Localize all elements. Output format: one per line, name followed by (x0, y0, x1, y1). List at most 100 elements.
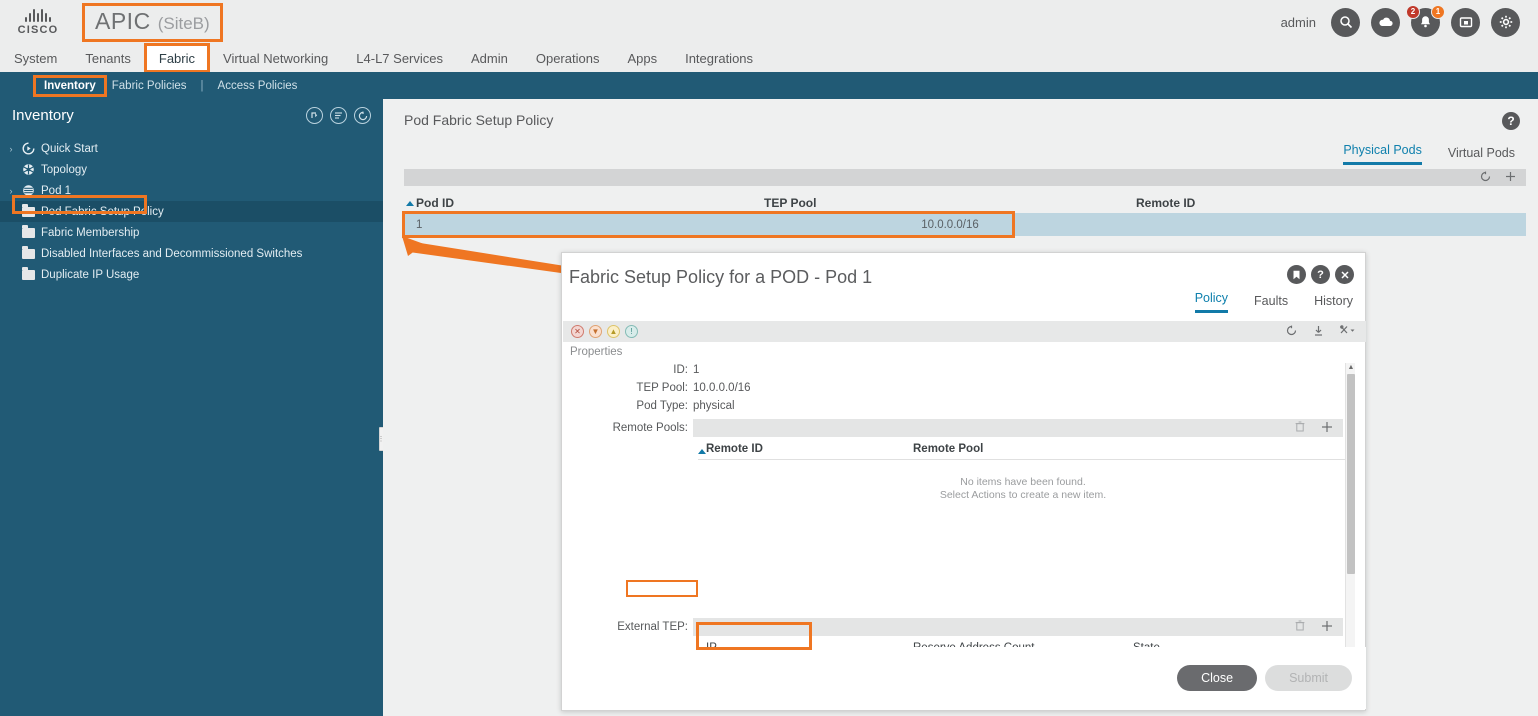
sidebar-item-topology[interactable]: Topology (0, 159, 383, 180)
main-navigation: System Tenants Fabric Virtual Networking… (0, 43, 1538, 73)
warning-alert-badge: 1 (1431, 4, 1445, 19)
critical-alert-badge: 2 (1406, 4, 1420, 19)
external-tep-ip-highlight (696, 622, 812, 650)
warning-fault-icon[interactable]: ! (625, 325, 638, 338)
modal-toolbar: ✕ ▼ ▲ ! (563, 321, 1366, 342)
major-fault-icon[interactable]: ▼ (589, 325, 602, 338)
subnav-item-fabric-policies[interactable]: Fabric Policies (104, 78, 195, 94)
sidebar-item-duplicate-ip-usage[interactable]: Duplicate IP Usage (0, 264, 383, 285)
add-icon[interactable] (1321, 620, 1333, 635)
nav-item-integrations[interactable]: Integrations (671, 44, 767, 72)
submit-button: Submit (1265, 665, 1352, 691)
folder-icon (21, 267, 36, 282)
external-tep-highlight (626, 580, 698, 597)
settings-gear-icon[interactable] (1491, 7, 1520, 37)
subnav-separator: | (200, 79, 204, 92)
pods-table-header: Pod ID TEP Pool Remote ID (404, 193, 1526, 213)
column-header-pod-id[interactable]: Pod ID (404, 196, 764, 210)
property-value: 10.0.0.0/16 (693, 382, 751, 394)
remote-pools-table-header: Remote ID Remote Pool (698, 438, 1348, 460)
scroll-up-icon[interactable]: ▲ (1347, 363, 1355, 372)
filter-icon[interactable] (330, 107, 347, 124)
help-icon[interactable]: ? (1502, 112, 1520, 130)
scrollbar-thumb[interactable] (1347, 374, 1355, 574)
delete-icon[interactable] (1295, 421, 1305, 435)
property-row-id: ID: 1 (563, 361, 1366, 379)
remote-pools-label: Remote Pools: (612, 422, 688, 434)
inventory-sidebar: Inventory › Quick Start Topology › Pod 1… (0, 99, 383, 716)
sidebar-item-label: Disabled Interfaces and Decommissioned S… (41, 247, 303, 260)
column-header-remote-pool[interactable]: Remote Pool (913, 443, 1133, 455)
sidebar-item-pod-1[interactable]: › Pod 1 (0, 180, 383, 201)
sidebar-item-label: Quick Start (41, 142, 98, 155)
folder-icon (21, 246, 36, 261)
subnav-item-inventory[interactable]: Inventory (33, 74, 107, 97)
user-name-label: admin (1280, 14, 1316, 30)
quick-start-icon (21, 141, 36, 156)
column-header-remote-id[interactable]: Remote ID (1136, 196, 1508, 210)
nav-item-admin[interactable]: Admin (457, 44, 522, 72)
nav-item-virtual-networking[interactable]: Virtual Networking (209, 44, 342, 72)
refresh-icon[interactable] (354, 107, 371, 124)
nav-item-apps[interactable]: Apps (613, 44, 671, 72)
sidebar-item-disabled-interfaces[interactable]: Disabled Interfaces and Decommissioned S… (0, 243, 383, 264)
sidebar-item-quick-start[interactable]: › Quick Start (0, 138, 383, 159)
download-icon[interactable] (1313, 323, 1324, 341)
tab-policy[interactable]: Policy (1194, 291, 1229, 313)
alerts-bell-icon[interactable]: 2 1 (1406, 4, 1445, 37)
properties-scrollbar[interactable]: ▲ ▼ (1345, 363, 1355, 667)
close-icon[interactable] (1335, 265, 1354, 284)
apic-title-highlight: APIC (SiteB) (82, 2, 223, 42)
tab-virtual-pods[interactable]: Virtual Pods (1448, 146, 1515, 165)
add-icon[interactable] (1321, 421, 1333, 436)
bookmark-icon[interactable] (1287, 265, 1306, 284)
delete-icon[interactable] (1295, 620, 1305, 634)
refresh-icon[interactable] (1480, 169, 1491, 187)
sidebar-title: Inventory (12, 107, 74, 124)
page-title: Pod Fabric Setup Policy (404, 112, 554, 128)
sort-ascending-icon (698, 448, 706, 454)
nav-item-operations[interactable]: Operations (522, 44, 614, 72)
property-value: 1 (693, 364, 700, 376)
property-label: TEP Pool: (636, 382, 688, 394)
pods-table-toolbar (404, 169, 1526, 186)
minor-fault-icon[interactable]: ▲ (607, 325, 620, 338)
property-value: physical (693, 400, 735, 412)
nav-item-fabric[interactable]: Fabric (143, 43, 211, 73)
subnav-item-access-policies[interactable]: Access Policies (210, 78, 306, 94)
sidebar-item-pod-fabric-setup-policy[interactable]: Pod Fabric Setup Policy (0, 201, 383, 222)
remote-pools-toolbar (693, 419, 1343, 437)
modal-footer: Close Submit (563, 647, 1366, 709)
tab-physical-pods[interactable]: Physical Pods (1343, 143, 1422, 165)
tab-faults[interactable]: Faults (1254, 294, 1288, 313)
cisco-bars-icon (25, 8, 51, 22)
topology-icon (21, 162, 36, 177)
sidebar-item-fabric-membership[interactable]: Fabric Membership (0, 222, 383, 243)
actions-tools-icon[interactable] (1340, 323, 1356, 341)
add-icon[interactable] (1505, 169, 1516, 187)
close-button[interactable]: Close (1177, 665, 1258, 691)
chevron-right-icon[interactable]: › (6, 186, 16, 196)
search-icon[interactable] (1331, 7, 1360, 37)
folder-icon (21, 204, 36, 219)
selected-row-highlight (402, 211, 1015, 238)
property-label: ID: (673, 364, 688, 376)
column-header-tep-pool[interactable]: TEP Pool (764, 196, 1136, 210)
inventory-tree: › Quick Start Topology › Pod 1 Pod Fabri… (0, 132, 383, 285)
external-tep-label: External TEP: (617, 621, 688, 633)
critical-fault-icon[interactable]: ✕ (571, 325, 584, 338)
product-title: APIC (95, 7, 151, 34)
sidebar-header: Inventory (0, 99, 383, 132)
nav-item-l4-l7-services[interactable]: L4-L7 Services (342, 44, 457, 72)
tab-history[interactable]: History (1314, 294, 1353, 313)
history-icon[interactable] (1451, 7, 1480, 37)
cloud-icon[interactable] (1371, 7, 1400, 37)
nav-item-system[interactable]: System (0, 44, 71, 72)
chevron-right-icon[interactable]: › (6, 144, 16, 154)
help-icon[interactable]: ? (1311, 265, 1330, 284)
remote-pools-row: Remote Pools: (563, 418, 1366, 438)
collapse-icon[interactable] (306, 107, 323, 124)
nav-item-tenants[interactable]: Tenants (71, 44, 145, 72)
column-header-remote-id[interactable]: Remote ID (698, 443, 913, 455)
refresh-icon[interactable] (1286, 323, 1297, 341)
